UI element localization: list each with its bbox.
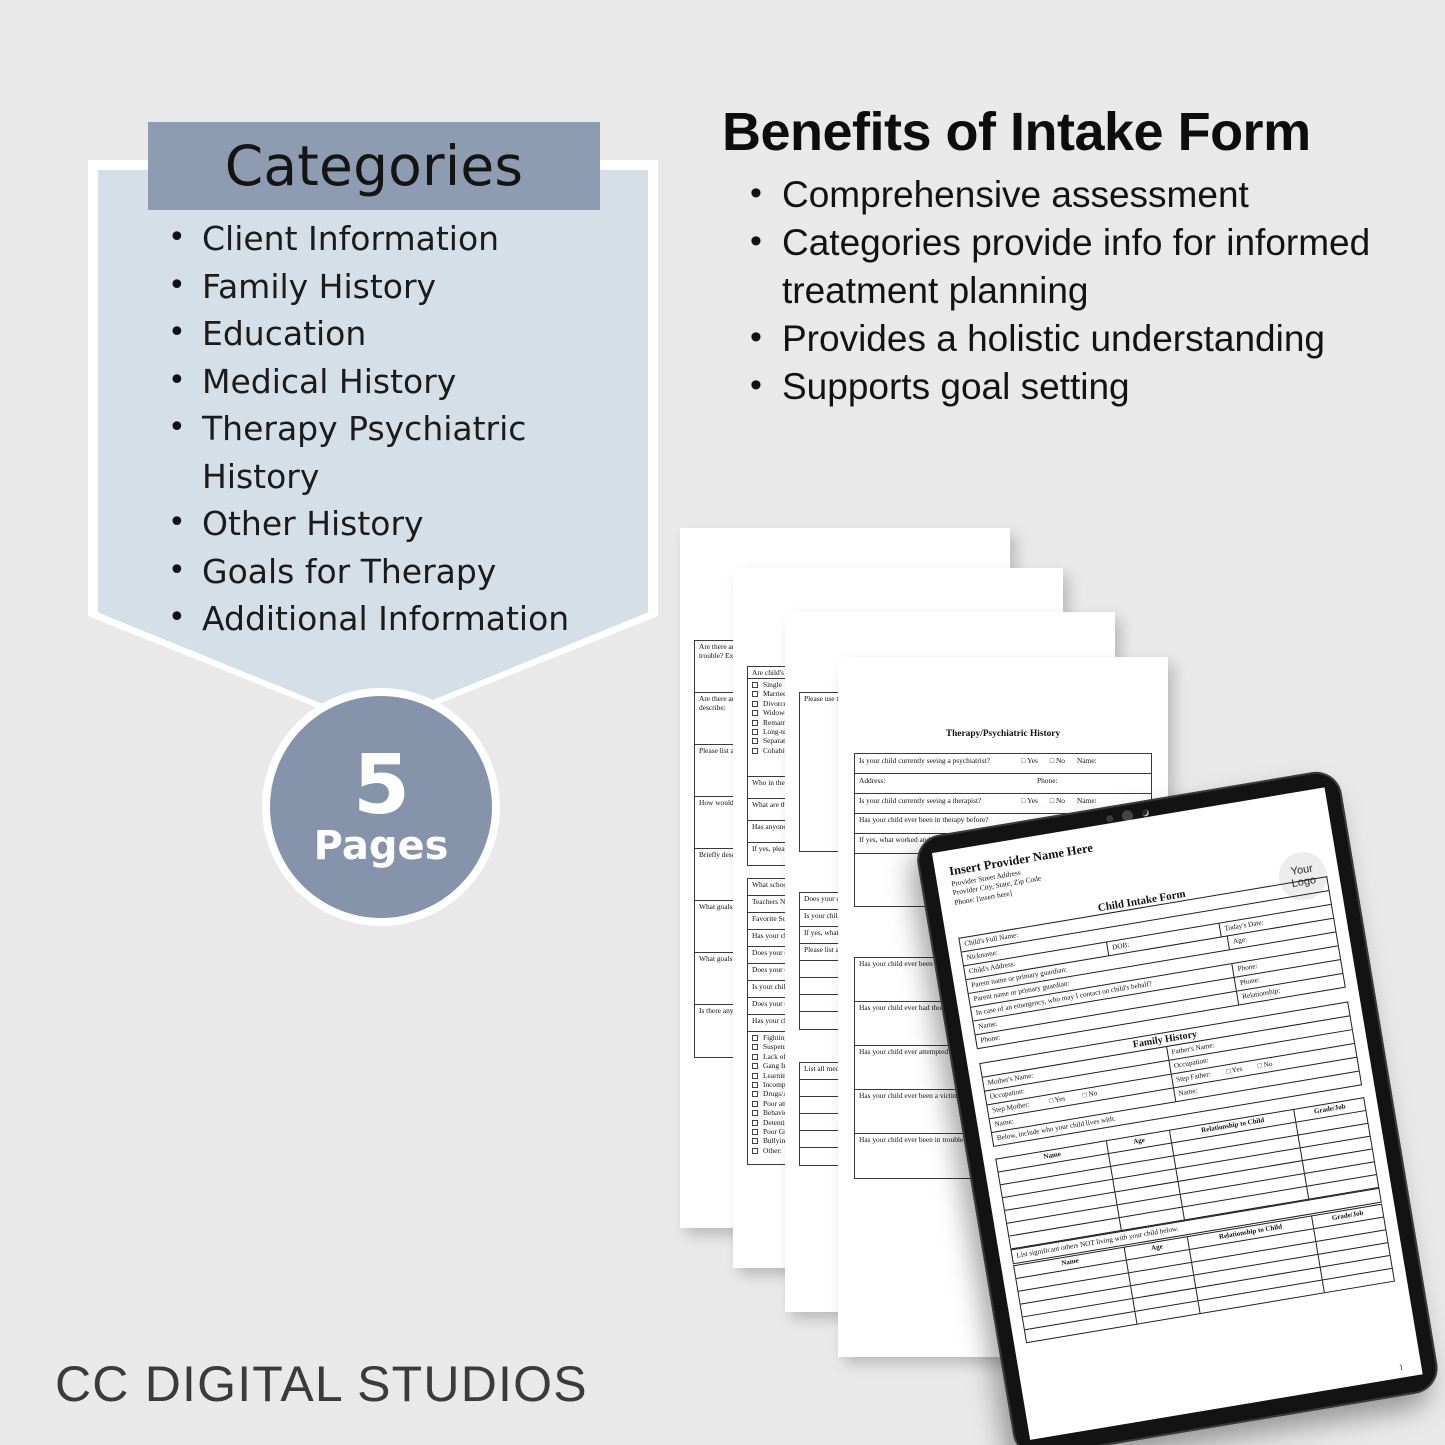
list-item: Other History — [160, 499, 630, 548]
page-title: Benefits of Intake Form — [722, 102, 1311, 162]
categories-list: Client Information Family History Educat… — [160, 214, 630, 643]
form-row: Address: Phone: — [855, 774, 1151, 794]
infographic-canvas: Categories Client Information Family His… — [0, 0, 1445, 1445]
categories-header-bar: Categories — [148, 122, 600, 210]
page-number: 1 — [1398, 1362, 1404, 1372]
list-item: Education — [160, 309, 630, 358]
pages-count-badge: 5 Pages — [262, 688, 500, 926]
list-item: Provides a holistic understanding — [722, 313, 1390, 363]
list-item: Therapy Psychiatric History — [160, 404, 630, 500]
list-item: Medical History — [160, 357, 630, 406]
sheet4-title: Therapy/Psychiatric History — [945, 729, 1061, 739]
pages-count-number: 5 — [352, 738, 410, 834]
list-item: Categories provide info for informed tre… — [722, 217, 1390, 315]
tablet-screen[interactable]: Insert Provider Name Here Provider Stree… — [931, 787, 1423, 1440]
benefits-section: Benefits of Intake Form Comprehensive as… — [722, 104, 1390, 411]
form-row: Is your child currently seeing a psychia… — [855, 754, 1151, 774]
list-item: Client Information — [160, 214, 630, 263]
list-item: Additional Information — [160, 594, 630, 643]
brand-watermark: CC DIGITAL STUDIOS — [55, 1356, 588, 1412]
list-item: Family History — [160, 262, 630, 311]
list-item: Comprehensive assessment — [722, 169, 1390, 219]
provider-block: Insert Provider Name Here Provider Stree… — [948, 841, 1099, 908]
list-item: Goals for Therapy — [160, 547, 630, 596]
benefits-list: Comprehensive assessment Categories prov… — [722, 169, 1390, 411]
pages-count-label: Pages — [313, 822, 449, 869]
list-item: Supports goal setting — [722, 361, 1390, 411]
categories-title: Categories — [224, 133, 524, 198]
